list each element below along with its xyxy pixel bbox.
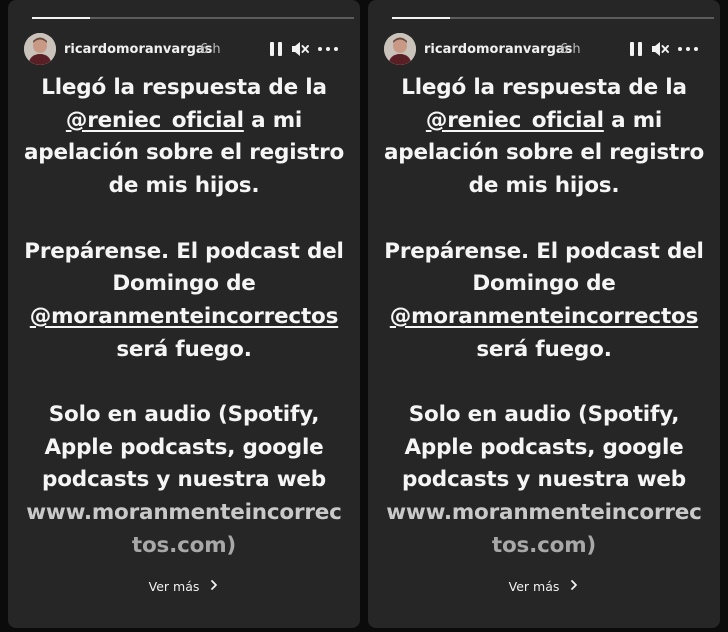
- story-card[interactable]: ricardomoranvargas 6 h Llegó la respuest…: [368, 0, 720, 628]
- story-line: Domingo de: [112, 271, 256, 297]
- chevron-right-icon: [569, 579, 579, 594]
- mention-link[interactable]: @reniec_oficial: [426, 108, 604, 133]
- story-line: será fuego.: [476, 336, 612, 362]
- more-options-icon[interactable]: [316, 39, 340, 59]
- story-line: www.moranmenteincorrec: [386, 500, 702, 526]
- story-line: Llegó la respuesta de la: [401, 75, 687, 100]
- story-progress-fill: [392, 17, 450, 19]
- story-line: Solo en audio (Spotify,: [408, 402, 680, 427]
- mention-link[interactable]: @moranmenteincorrectos: [390, 304, 699, 329]
- story-line: Apple podcasts, google: [404, 434, 684, 460]
- story-line: apelación sobre el registro: [23, 140, 345, 166]
- story-line: Solo en audio (Spotify,: [48, 402, 320, 427]
- story-progress-bar: [392, 17, 714, 19]
- story-line: Prepárense. El podcast del: [384, 238, 704, 264]
- story-line: tos.com): [131, 532, 237, 558]
- speaker-muted-icon[interactable]: [290, 39, 310, 59]
- story-line: de mis hijos.: [468, 173, 620, 199]
- story-line: podcasts y nuestra web: [402, 467, 686, 493]
- story-line-text: a mi: [603, 107, 663, 133]
- username[interactable]: ricardomoranvargas: [424, 42, 572, 57]
- story-line: apelación sobre el registro: [383, 140, 705, 166]
- story-header: ricardomoranvargas 6 h: [24, 33, 348, 67]
- avatar[interactable]: [384, 33, 416, 65]
- story-line: @reniec_oficial a mi: [8, 105, 360, 138]
- story-line: @moranmenteincorrectos: [8, 301, 360, 334]
- see-more-label: Ver más: [148, 579, 200, 594]
- story-line: www.moranmenteincorrec: [26, 500, 342, 526]
- pause-icon[interactable]: [266, 39, 286, 59]
- story-line: de mis hijos.: [108, 173, 260, 199]
- story-text: Llegó la respuesta de la @reniec_oficial…: [368, 72, 720, 563]
- speaker-muted-icon[interactable]: [650, 39, 670, 59]
- story-line: @moranmenteincorrectos: [368, 301, 720, 334]
- pause-icon[interactable]: [626, 39, 646, 59]
- story-header: ricardomoranvargas 6 h: [384, 33, 708, 67]
- post-time: 6 h: [560, 42, 581, 57]
- see-more-label: Ver más: [508, 579, 560, 594]
- story-line-text: a mi: [243, 107, 303, 133]
- story-progress-fill: [32, 17, 90, 19]
- story-line: Apple podcasts, google: [44, 434, 324, 460]
- mention-link[interactable]: @moranmenteincorrectos: [30, 304, 339, 329]
- story-line: será fuego.: [116, 336, 252, 362]
- story-line: Domingo de: [472, 271, 616, 297]
- story-card[interactable]: ricardomoranvargas 6 h Llegó la respuest…: [8, 0, 360, 628]
- mention-link[interactable]: @reniec_oficial: [66, 108, 244, 133]
- story-line: Prepárense. El podcast del: [24, 238, 344, 264]
- story-line: @reniec_oficial a mi: [368, 105, 720, 138]
- story-line: podcasts y nuestra web: [42, 467, 326, 493]
- username[interactable]: ricardomoranvargas: [64, 42, 212, 57]
- story-line: Llegó la respuesta de la: [41, 75, 327, 100]
- see-more-button[interactable]: Ver más: [8, 578, 360, 594]
- story-line: tos.com): [491, 532, 597, 558]
- story-progress-bar: [32, 17, 354, 19]
- chevron-right-icon: [209, 579, 219, 594]
- more-options-icon[interactable]: [676, 39, 700, 59]
- post-time: 6 h: [200, 42, 221, 57]
- see-more-button[interactable]: Ver más: [368, 578, 720, 594]
- story-text: Llegó la respuesta de la @reniec_oficial…: [8, 72, 360, 563]
- avatar[interactable]: [24, 33, 56, 65]
